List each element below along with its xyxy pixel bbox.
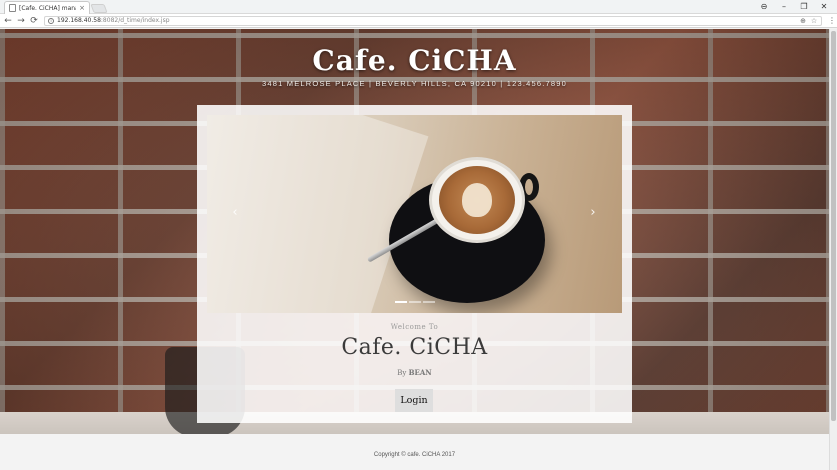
footer-copyright: Copyright © cafe. CiCHA 2017 [373,452,456,458]
carousel-indicator[interactable] [395,301,407,303]
latte-art-heart [462,183,492,217]
account-icon[interactable]: ⊖ [755,1,773,12]
bookmark-star-icon[interactable]: ☆ [810,17,818,25]
panel-title: Cafe. CiCHA [341,335,488,360]
new-tab-button[interactable] [90,4,108,13]
minimize-button[interactable]: – [775,1,793,12]
byline: By BEAN [197,368,632,377]
site-address: 3481 MELROSE PLACE | BEVERLY HILLS, CA 9… [262,79,567,88]
carousel-indicators [395,301,435,303]
browser-tab[interactable]: [Cafe. CiCHA] manage × [4,1,90,14]
maximize-button[interactable]: ❐ [795,1,813,12]
tab-title: [Cafe. CiCHA] manage [19,4,76,12]
carousel-indicator[interactable] [409,301,421,303]
close-window-button[interactable]: ✕ [815,1,833,12]
scrollbar-thumb[interactable] [831,31,836,421]
browser-toolbar: ← → ⟳ i 192.168.40.58:8082/d_time/index.… [0,14,837,28]
url-text[interactable]: 192.168.40.58:8082/d_time/index.jsp [57,17,796,24]
page-viewport: Cafe. CiCHA 3481 MELROSE PLACE | BEVERLY… [0,29,837,470]
byline-name: BEAN [408,368,432,377]
url-host: 192.168.40.58 [57,17,101,24]
byline-prefix: By [397,369,407,377]
site-title: Cafe. CiCHA [312,44,517,77]
tab-close-icon[interactable]: × [79,4,85,12]
forward-button[interactable]: → [16,16,26,26]
intro-panel: ‹ › Welcome To Cafe. CiCHA By BEAN Login [197,105,632,423]
page-favicon-icon [9,4,16,12]
browser-menu-icon[interactable]: ⋮ [828,16,836,25]
login-button[interactable]: Login [395,389,433,412]
zoom-icon[interactable]: ⊕ [799,17,807,25]
site-info-icon[interactable]: i [48,17,54,24]
reload-button[interactable]: ⟳ [29,16,39,26]
carousel-next-icon[interactable]: › [585,203,601,223]
window-controls: ⊖ – ❐ ✕ [755,1,833,12]
welcome-text: Welcome To [390,323,439,331]
address-bar[interactable]: i 192.168.40.58:8082/d_time/index.jsp ⊕ … [44,15,822,26]
page-scrollbar[interactable] [829,29,837,470]
browser-tabstrip: [Cafe. CiCHA] manage × ⊖ – ❐ ✕ [0,0,837,14]
image-carousel[interactable]: ‹ › [207,115,622,313]
carousel-prev-icon[interactable]: ‹ [227,203,243,223]
carousel-indicator[interactable] [423,301,435,303]
back-button[interactable]: ← [3,16,13,26]
url-path: :8082/d_time/index.jsp [100,17,170,24]
